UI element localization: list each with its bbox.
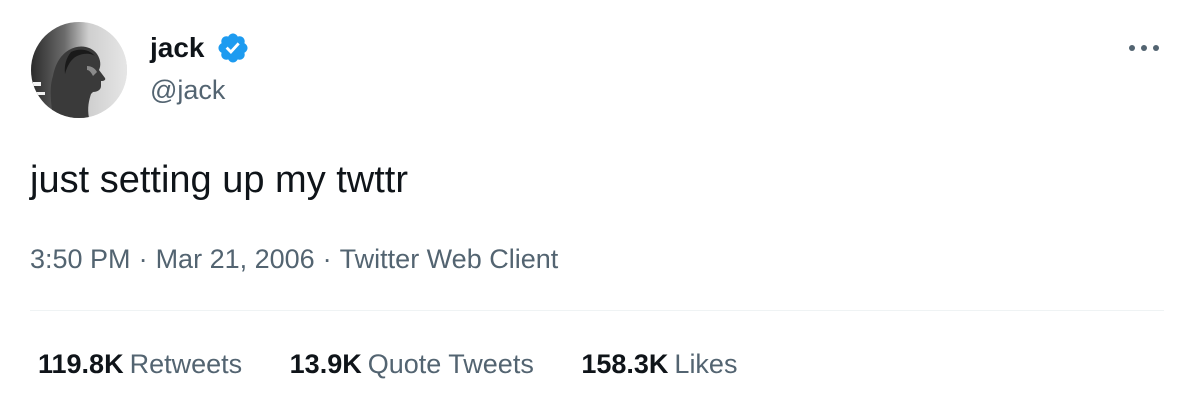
verified-badge-icon xyxy=(218,33,248,63)
quote-tweets-stat[interactable]: 13.9K Quote Tweets xyxy=(290,344,534,384)
display-name[interactable]: jack xyxy=(150,30,205,66)
tweet-stats: 119.8K Retweets 13.9K Quote Tweets 158.3K L… xyxy=(38,344,737,384)
handle[interactable]: @jack xyxy=(150,72,225,108)
tweet-date[interactable]: Mar 21, 2006 xyxy=(156,244,315,274)
meta-separator: · xyxy=(138,244,148,274)
likes-stat[interactable]: 158.3K Likes xyxy=(581,344,737,384)
retweets-count: 119.8K xyxy=(38,349,124,379)
tweet-meta: 3:50 PM · Mar 21, 2006 · Twitter Web Client xyxy=(30,240,558,278)
likes-label: Likes xyxy=(674,349,738,379)
tweet-text: just setting up my twttr xyxy=(30,159,409,201)
divider xyxy=(30,310,1164,311)
retweets-stat[interactable]: 119.8K Retweets xyxy=(38,344,242,384)
meta-separator: · xyxy=(322,244,332,274)
tweet-source[interactable]: Twitter Web Client xyxy=(340,244,559,274)
avatar[interactable] xyxy=(31,22,127,118)
retweets-label: Retweets xyxy=(129,349,243,379)
tweet-time[interactable]: 3:50 PM xyxy=(30,244,131,274)
likes-count: 158.3K xyxy=(581,349,669,379)
tweet-card: jack @jack just setting up my twttr 3:50… xyxy=(0,0,1194,412)
more-horizontal-icon[interactable] xyxy=(1124,36,1164,60)
avatar-photo xyxy=(31,22,127,118)
quote-tweets-count: 13.9K xyxy=(289,349,362,379)
quote-tweets-label: Quote Tweets xyxy=(367,349,534,379)
